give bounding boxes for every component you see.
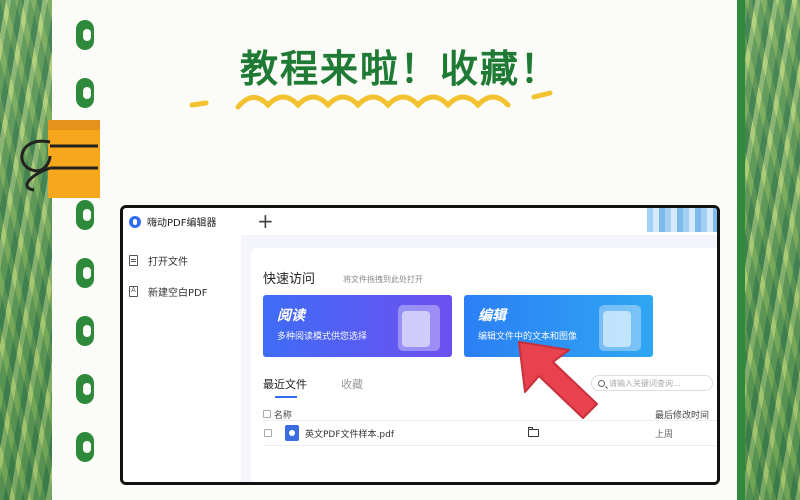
sidebar-item-label: 打开文件 — [148, 257, 188, 268]
search-placeholder: 请输入关键词查询... — [609, 378, 681, 388]
select-all-checkbox[interactable] — [263, 410, 271, 418]
card-subtitle: 多种阅读模式供您选择 — [277, 332, 368, 342]
document-icon — [129, 255, 138, 266]
drop-hint: 将文件拖拽到此处打开 — [343, 275, 423, 284]
app-title: 嗨动PDF编辑器 — [147, 218, 217, 229]
open-folder-icon[interactable] — [528, 427, 539, 437]
document-illustration-icon — [402, 311, 430, 347]
row-checkbox[interactable] — [264, 429, 272, 437]
pdf-file-icon — [285, 425, 299, 441]
new-tab-button[interactable]: + — [257, 208, 274, 234]
file-tabs: 最近文件 收藏 — [263, 376, 363, 392]
pdf-icon — [129, 286, 138, 297]
modified-time: 上周 — [655, 430, 674, 440]
decorative-squiggle-icon — [189, 90, 553, 110]
file-name: 英文PDF文件样本.pdf — [305, 430, 394, 440]
card-title: 编辑 — [478, 308, 506, 324]
binder-clip-icon — [20, 120, 100, 198]
table-row[interactable]: 英文PDF文件样本.pdf 上周 — [263, 420, 717, 446]
main-area: + 快速访问 将文件拖拽到此处打开 阅读 多种阅读模式供您选择 编辑 编辑文件中… — [241, 208, 717, 482]
tab-recent-files[interactable]: 最近文件 — [263, 376, 307, 392]
tab-bar: + — [241, 208, 717, 235]
tab-favorites[interactable]: 收藏 — [341, 376, 363, 392]
sidebar-item-open-file[interactable]: 打开文件 — [129, 253, 188, 268]
user-avatar-blurred[interactable] — [647, 208, 717, 232]
read-card[interactable]: 阅读 多种阅读模式供您选择 — [263, 295, 452, 357]
sidebar-item-new-blank-pdf[interactable]: 新建空白PDF — [129, 284, 207, 299]
active-tab-indicator — [275, 396, 297, 398]
app-window: 嗨动PDF编辑器 打开文件 新建空白PDF + 快速访问 将文件拖拽到此处打开 … — [120, 205, 720, 485]
app-logo-icon — [129, 215, 141, 228]
binder-ring — [76, 374, 94, 404]
card-title: 阅读 — [277, 308, 305, 324]
binder-ring — [76, 258, 94, 288]
sidebar: 嗨动PDF编辑器 打开文件 新建空白PDF — [123, 208, 242, 482]
quick-access-title: 快速访问 — [263, 272, 316, 287]
binder-ring — [76, 316, 94, 346]
binder-ring — [76, 432, 94, 462]
pointer-arrow-icon — [518, 341, 598, 419]
app-title-bar: 嗨动PDF编辑器 — [129, 214, 216, 229]
sidebar-item-label: 新建空白PDF — [148, 288, 208, 299]
home-panel: 快速访问 将文件拖拽到此处打开 阅读 多种阅读模式供您选择 编辑 编辑文件中的文… — [251, 248, 717, 482]
